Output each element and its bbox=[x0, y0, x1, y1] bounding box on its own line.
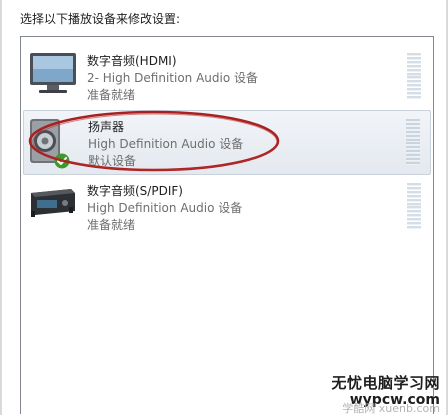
device-name: 扬声器 bbox=[88, 120, 125, 134]
device-name: 数字音频(HDMI) bbox=[87, 54, 177, 68]
device-description: High Definition Audio 设备 bbox=[88, 137, 244, 151]
volume-level-meter bbox=[406, 119, 420, 165]
device-status: 默认设备 bbox=[88, 154, 137, 168]
volume-level-meter bbox=[407, 53, 421, 99]
instruction-label: 选择以下播放设备来修改设置: bbox=[20, 12, 181, 26]
digital-output-icon bbox=[27, 181, 79, 225]
monitor-icon bbox=[27, 51, 79, 95]
device-item-speakers[interactable]: 扬声器 High Definition Audio 设备 默认设备 bbox=[23, 110, 431, 175]
watermark-faint-text: 学酷网 xuenb.com bbox=[342, 402, 440, 415]
device-status: 准备就绪 bbox=[87, 88, 136, 102]
device-status: 准备就绪 bbox=[87, 218, 136, 232]
playback-device-list[interactable]: 数字音频(HDMI) 2- High Definition Audio 设备 准… bbox=[20, 36, 434, 414]
device-description: 2- High Definition Audio 设备 bbox=[87, 71, 259, 85]
device-name: 数字音频(S/PDIF) bbox=[87, 184, 183, 198]
device-item-spdif[interactable]: 数字音频(S/PDIF) High Definition Audio 设备 准备… bbox=[23, 175, 431, 240]
default-checkmark-icon bbox=[54, 153, 70, 169]
device-description: High Definition Audio 设备 bbox=[87, 201, 243, 215]
device-item-hdmi[interactable]: 数字音频(HDMI) 2- High Definition Audio 设备 准… bbox=[23, 45, 431, 110]
volume-level-meter bbox=[407, 183, 421, 229]
watermark-title: 无忧电脑学习网 bbox=[331, 374, 440, 392]
dialog-left-edge bbox=[0, 0, 2, 415]
